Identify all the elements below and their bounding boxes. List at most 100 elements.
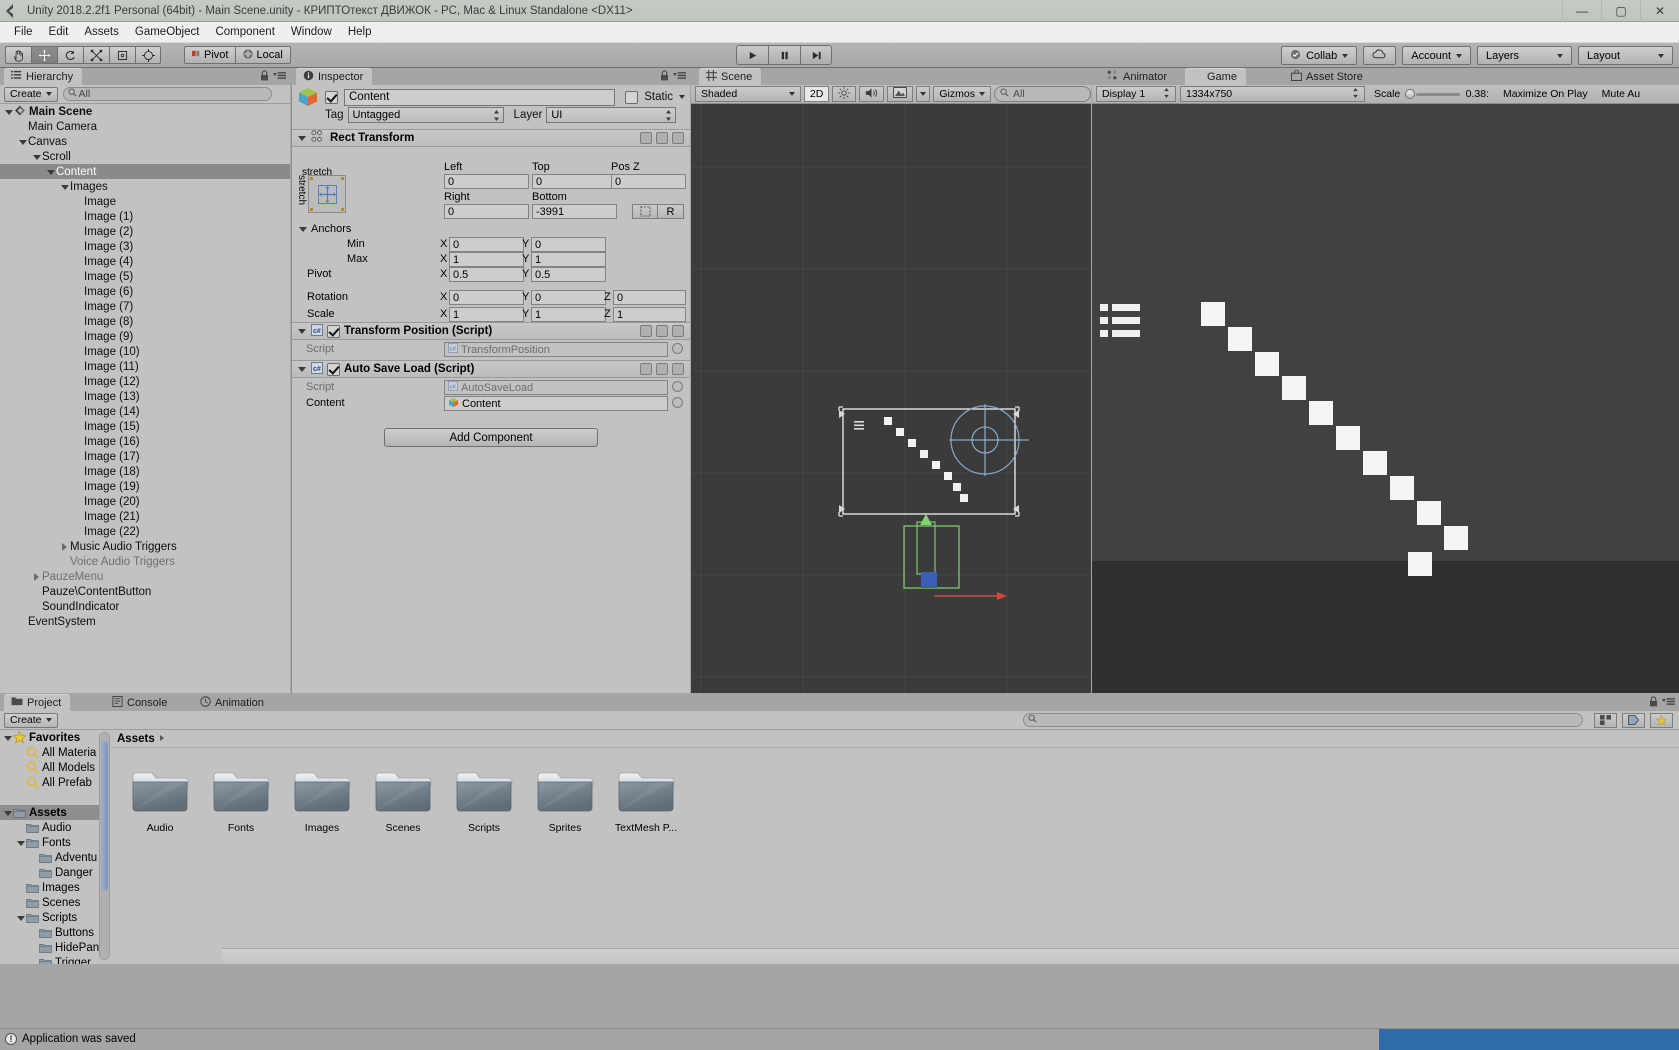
rotation-x-input[interactable]: 0 (449, 290, 524, 305)
layout-button[interactable]: Layout (1578, 46, 1673, 65)
expand-triangle-icon[interactable] (16, 838, 26, 848)
collapse-triangle-icon[interactable] (297, 326, 307, 336)
project-search-input[interactable] (1023, 713, 1583, 727)
blueprint-mode-button[interactable] (632, 204, 658, 219)
rect-tool-icon[interactable] (109, 46, 135, 64)
script-object-field[interactable]: c# TransformPosition (444, 342, 668, 357)
panel-options-icon[interactable] (1662, 697, 1675, 709)
lock-icon[interactable] (260, 70, 269, 84)
hand-tool-icon[interactable] (5, 46, 31, 64)
anchors-foldout[interactable]: Anchors (298, 223, 351, 235)
tab-scene[interactable]: Scene (699, 68, 762, 85)
project-tree-item[interactable]: All Models (0, 760, 110, 775)
step-button[interactable] (800, 45, 832, 65)
object-enabled-checkbox[interactable] (325, 90, 338, 104)
right-input[interactable]: 0 (444, 204, 529, 219)
scene-effects-toggle[interactable] (887, 86, 914, 102)
rect-transform-header[interactable]: Rect Transform (292, 129, 690, 147)
hierarchy-item[interactable]: Image (22) (0, 524, 290, 539)
help-icon[interactable] (656, 363, 668, 375)
left-input[interactable]: 0 (444, 174, 529, 189)
content-object-field[interactable]: Content (444, 396, 668, 411)
tab-animator[interactable]: Animator (1100, 68, 1177, 85)
menu-gameobject[interactable]: GameObject (127, 24, 208, 40)
preset-icon[interactable] (640, 325, 652, 337)
hierarchy-item[interactable]: Image (10) (0, 344, 290, 359)
display-dropdown[interactable]: Display 1 (1096, 86, 1176, 102)
project-tree-item[interactable]: HidePan (0, 940, 110, 955)
project-tree-item[interactable]: Favorites (0, 730, 110, 745)
move-tool-icon[interactable] (31, 46, 57, 64)
hierarchy-item[interactable]: Image (13) (0, 389, 290, 404)
script-select-target-button[interactable] (672, 381, 683, 392)
hierarchy-item[interactable]: Image (20) (0, 494, 290, 509)
tab-animation[interactable]: Animation (193, 694, 273, 711)
hierarchy-item[interactable]: Image (19) (0, 479, 290, 494)
hierarchy-item[interactable]: Pauze\ContentButton (0, 584, 290, 599)
scene-viewport[interactable] (691, 104, 1091, 693)
tab-hierarchy[interactable]: Hierarchy (4, 68, 83, 85)
menu-edit[interactable]: Edit (41, 24, 77, 40)
gear-icon[interactable] (672, 325, 684, 337)
anchor-max-x-input[interactable]: 1 (449, 252, 524, 267)
hierarchy-search-input[interactable]: All (62, 87, 272, 101)
scene-effects-dropdown[interactable] (916, 86, 931, 102)
scale-slider-knob[interactable] (1405, 89, 1416, 99)
hierarchy-item[interactable]: SoundIndicator (0, 599, 290, 614)
chevron-down-icon[interactable] (679, 95, 685, 99)
project-create-button[interactable]: Create (4, 712, 58, 728)
component-enabled-checkbox[interactable] (327, 362, 340, 376)
panel-options-icon[interactable] (273, 71, 286, 83)
menu-window[interactable]: Window (283, 24, 340, 40)
expand-triangle-icon[interactable] (60, 182, 70, 192)
script-select-target-button[interactable] (672, 343, 683, 354)
hierarchy-item[interactable]: Image (1) (0, 209, 290, 224)
expand-triangle-icon[interactable] (3, 808, 13, 818)
gear-icon[interactable] (672, 363, 684, 375)
status-bar[interactable]: ! Application was saved (0, 1028, 1679, 1050)
pivot-x-input[interactable]: 0.5 (449, 267, 524, 282)
hierarchy-item[interactable]: Image (2) (0, 224, 290, 239)
hierarchy-item[interactable]: Image (16) (0, 434, 290, 449)
component-enabled-checkbox[interactable] (327, 324, 340, 338)
scale-z-input[interactable]: 1 (613, 307, 686, 322)
hierarchy-item[interactable]: Voice Audio Triggers (0, 554, 290, 569)
expand-triangle-icon[interactable] (4, 107, 14, 117)
anchor-preset-widget[interactable] (308, 175, 346, 213)
aspect-ratio-dropdown[interactable]: 1334x750 (1180, 86, 1365, 102)
scale-x-input[interactable]: 1 (449, 307, 524, 322)
hierarchy-item[interactable]: Main Scene (0, 104, 290, 119)
collapse-triangle-icon[interactable] (297, 364, 307, 374)
account-button[interactable]: Account (1402, 46, 1471, 65)
hierarchy-item[interactable]: Scroll (0, 149, 290, 164)
panel-options-icon[interactable] (673, 71, 686, 83)
rotation-y-input[interactable]: 0 (531, 290, 606, 305)
project-tree-item[interactable]: Assets (0, 805, 110, 820)
add-component-button[interactable]: Add Component (384, 428, 598, 447)
project-tree-item[interactable]: Danger (0, 865, 110, 880)
project-tree-item[interactable]: All Materia (0, 745, 110, 760)
hierarchy-item[interactable]: EventSystem (0, 614, 290, 629)
asset-item[interactable]: Audio (131, 766, 189, 834)
mute-audio-toggle[interactable]: Mute Au (1597, 86, 1646, 102)
collapse-triangle-icon[interactable] (297, 133, 307, 143)
project-folder-tree[interactable]: Favorites All Materia All Models All Prefab… (0, 730, 110, 964)
collapse-triangle-icon[interactable] (298, 224, 308, 234)
maximize-button[interactable]: ▢ (1601, 0, 1640, 22)
pivot-y-input[interactable]: 0.5 (531, 267, 606, 282)
hierarchy-item[interactable]: Image (5) (0, 269, 290, 284)
scene-search-input[interactable]: All (993, 86, 1091, 102)
scale-slider-group[interactable]: Scale 0.38: (1369, 86, 1494, 102)
layer-dropdown[interactable]: UI (546, 107, 677, 123)
cloud-button[interactable] (1363, 46, 1397, 65)
hierarchy-item[interactable]: PauzeMenu (0, 569, 290, 584)
content-select-target-button[interactable] (672, 397, 683, 408)
tab-console[interactable]: Console (105, 694, 177, 711)
project-tree-item[interactable]: Adventu (0, 850, 110, 865)
object-name-input[interactable]: Content (344, 88, 616, 106)
posz-input[interactable]: 0 (611, 174, 686, 189)
tab-asset-store[interactable]: Asset Store (1284, 68, 1372, 85)
transform-position-script-header[interactable]: c# Transform Position (Script) (292, 322, 690, 340)
project-tree-item[interactable]: Audio (0, 820, 110, 835)
minimize-button[interactable]: — (1562, 0, 1601, 22)
